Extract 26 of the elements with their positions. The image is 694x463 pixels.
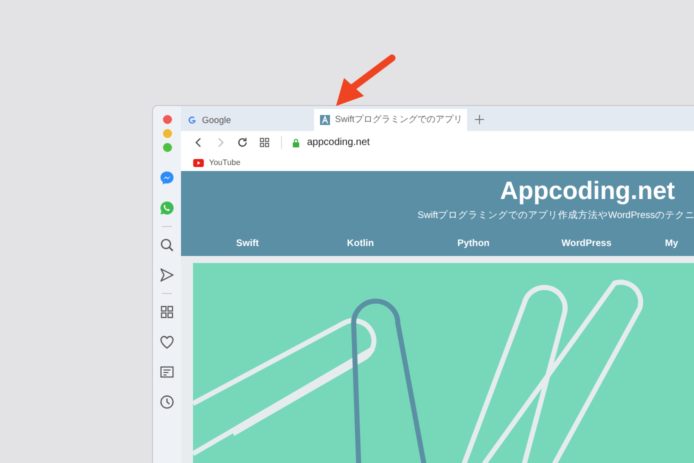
url-text[interactable]: appcoding.net: [307, 137, 370, 148]
nav-link[interactable]: Kotlin: [304, 238, 417, 250]
grid-icon[interactable]: [259, 137, 270, 148]
play-icon: [193, 158, 204, 167]
new-tab-icon[interactable]: [474, 114, 485, 125]
clock-icon[interactable]: [159, 394, 175, 410]
messenger-icon[interactable]: [159, 170, 175, 186]
site-title[interactable]: Appcoding.net: [500, 177, 675, 206]
g-logo-icon: [187, 114, 197, 125]
nav-link[interactable]: My: [665, 238, 678, 250]
nav-link[interactable]: Python: [417, 238, 530, 250]
browser-tab[interactable]: Google: [181, 108, 314, 131]
browser-tab[interactable]: Swiftプログラミングでのアプリ: [314, 108, 467, 131]
reload-icon[interactable]: [237, 137, 248, 148]
site-tagline: Swiftプログラミングでのアプリ作成方法やWordPressのテクニ: [418, 209, 694, 222]
heart-icon[interactable]: [159, 334, 175, 350]
lock-icon: [292, 138, 300, 148]
grid-icon[interactable]: [159, 304, 175, 320]
search-icon[interactable]: [159, 237, 175, 253]
send-icon[interactable]: [159, 267, 175, 283]
a-logo-icon: [320, 114, 330, 125]
nav-link[interactable]: WordPress: [530, 238, 643, 250]
close-button[interactable]: [162, 115, 172, 124]
bookmark-link[interactable]: YouTube: [193, 158, 240, 168]
news-icon[interactable]: [159, 364, 175, 380]
nav-link[interactable]: Swift: [191, 238, 304, 250]
